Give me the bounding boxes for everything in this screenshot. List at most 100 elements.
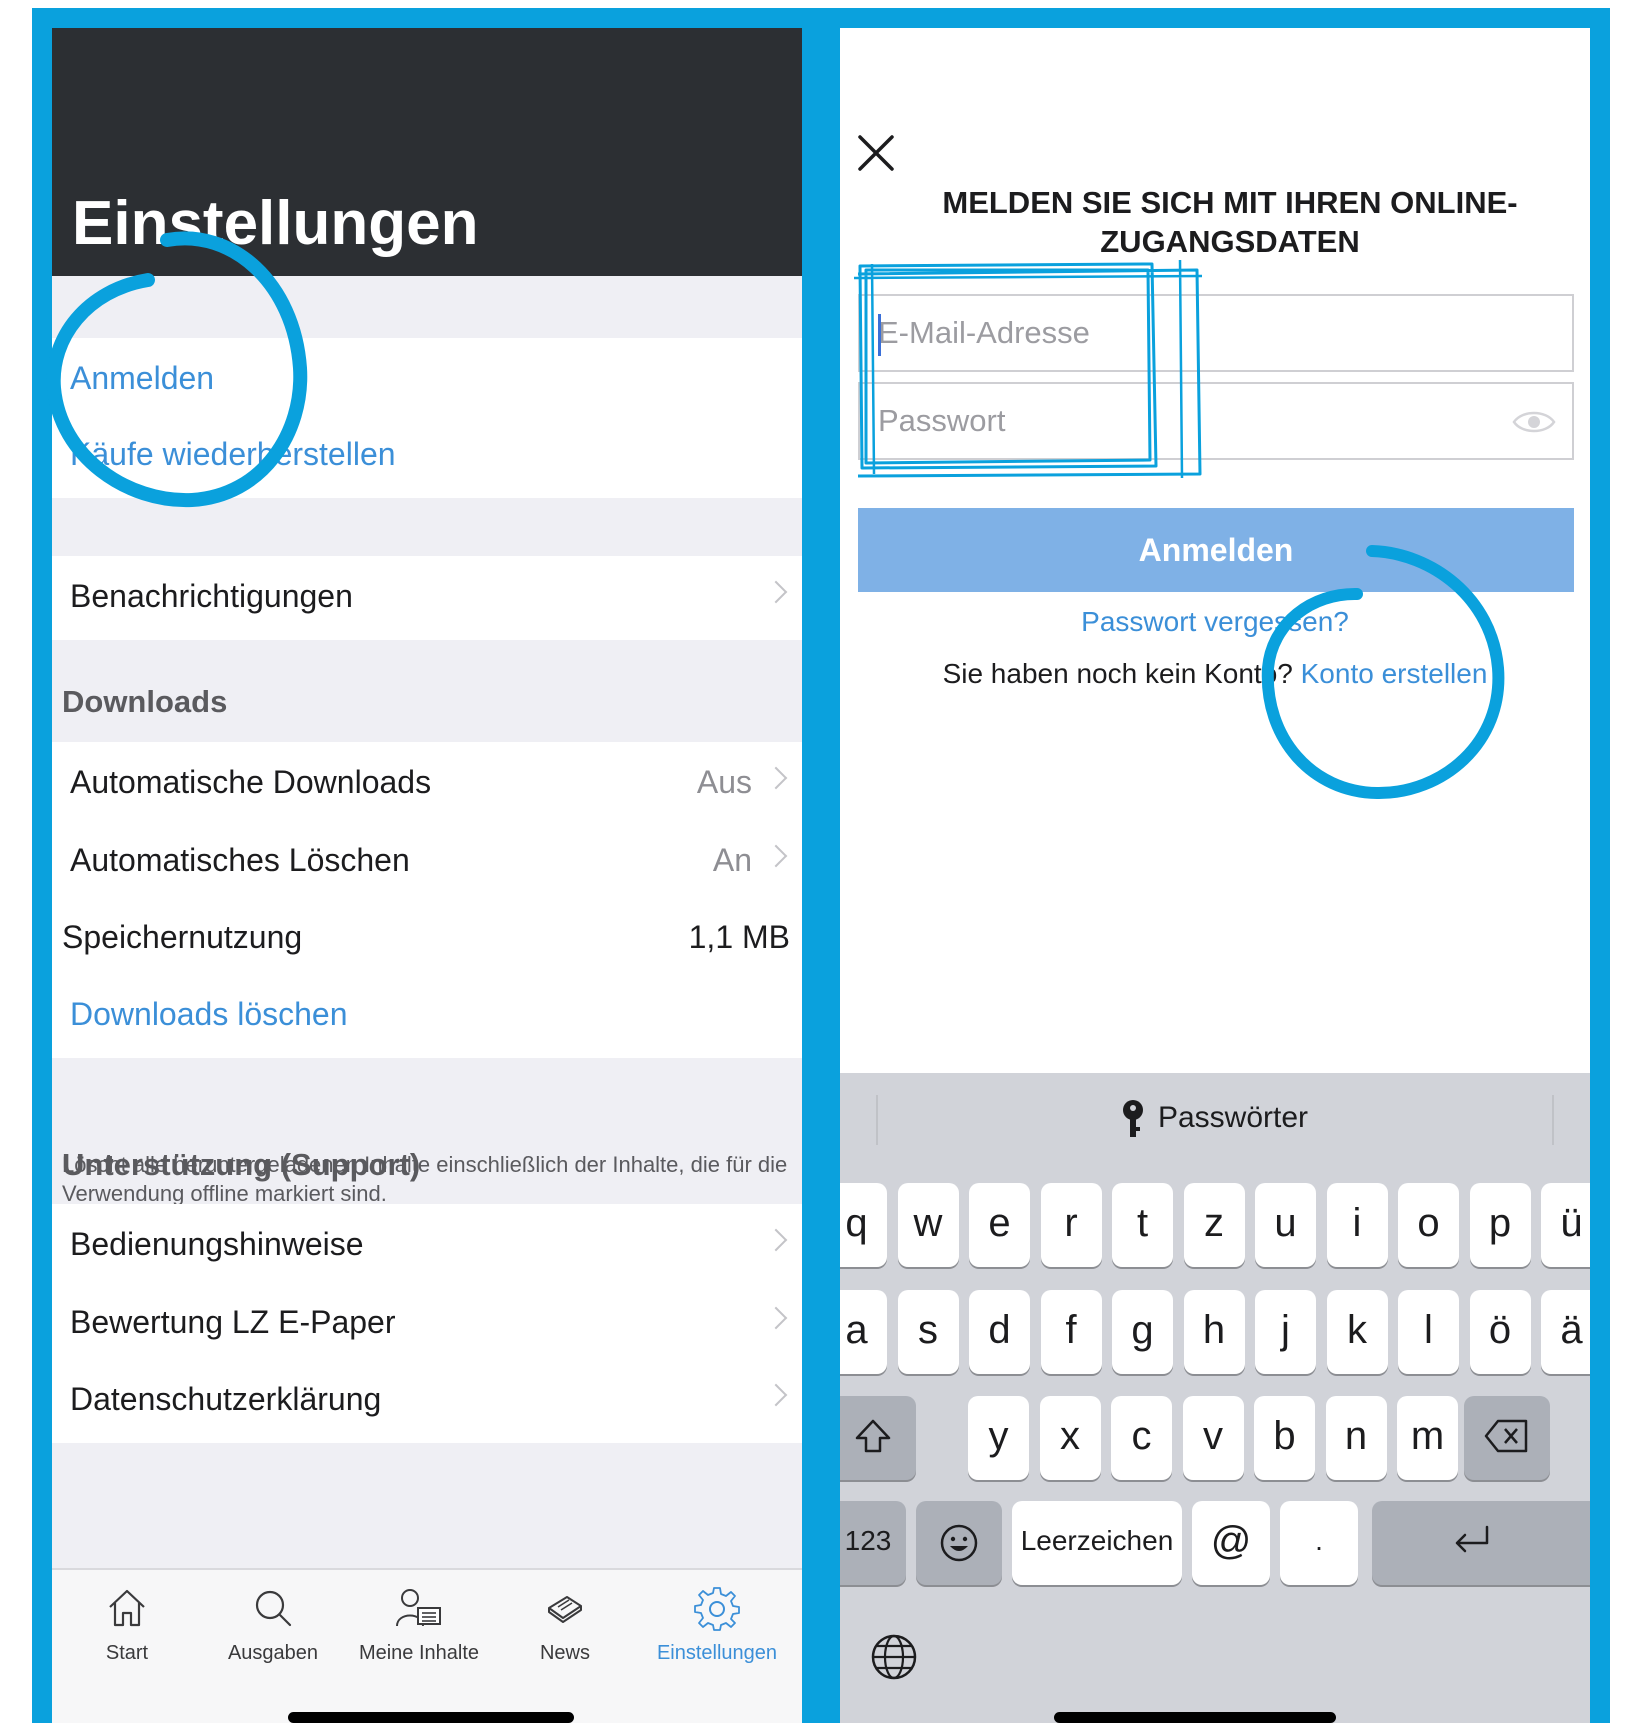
create-account-link[interactable]: Konto erstellen [1301,658,1488,689]
eye-icon[interactable] [1512,406,1556,438]
return-icon [1455,1525,1489,1553]
restore-purchases-link: Käufe wiederherstellen [70,436,396,472]
space-key[interactable]: Leerzeichen [1012,1501,1182,1585]
tab-ausgaben-label: Ausgaben [227,1642,319,1664]
key-j[interactable]: j [1255,1290,1316,1374]
key-s[interactable]: s [897,1290,959,1374]
passwords-suggestion[interactable]: Passwörter [840,1099,1590,1139]
search-icon [255,1590,292,1627]
restore-purchases-row[interactable]: Käufe wiederherstellen [52,414,802,498]
key-f[interactable]: f [1040,1290,1102,1374]
key-x[interactable]: x [1039,1396,1101,1480]
key-r[interactable]: r [1040,1183,1102,1267]
navigation-bar: Einstellungen [52,28,802,276]
dot-key[interactable]: . [1280,1501,1358,1585]
no-account-line: Sie haben noch kein Konto? Konto erstell… [840,658,1590,690]
tab-meine-inhalte-label: Meine Inhalte [358,1642,480,1664]
login-button[interactable]: Anmelden [858,508,1574,592]
backspace-key[interactable] [1464,1396,1550,1480]
key-a[interactable]: a [840,1290,887,1374]
key-t[interactable]: t [1112,1183,1173,1267]
emoji-key[interactable] [916,1501,1002,1585]
key-n[interactable]: n [1325,1396,1387,1480]
tab-ausgaben[interactable]: Ausgaben [198,1570,348,1690]
auto-delete-row[interactable]: Automatisches Löschen An [52,820,802,904]
key-u[interactable]: u [1255,1183,1316,1267]
email-input[interactable] [860,296,1572,370]
notifications-label: Benachrichtigungen [70,578,353,614]
key-y[interactable]: y [968,1396,1029,1480]
key-i[interactable]: i [1326,1183,1388,1267]
key-p[interactable]: p [1469,1183,1531,1267]
password-input[interactable] [860,384,1572,458]
backspace-icon [1484,1419,1528,1453]
auto-delete-value: An [712,842,752,878]
login-screen: MELDEN SIE SICH MIT IHREN ONLINE-ZUGANGS… [840,28,1590,1723]
tab-start-label: Start [105,1642,149,1664]
key-l[interactable]: l [1398,1290,1459,1374]
help-row[interactable]: Bedienungshinweise [52,1204,802,1288]
key-c[interactable]: c [1111,1396,1172,1480]
image-frame: Einstellungen Anmelden Käufe wiederherst… [32,8,1610,1723]
key-g[interactable]: g [1112,1290,1173,1374]
login-row[interactable]: Anmelden [52,338,802,422]
emoji-icon [940,1524,978,1562]
key-ü[interactable]: ü [1541,1183,1590,1267]
key-o[interactable]: o [1398,1183,1459,1267]
tab-einstellungen-label: Einstellungen [656,1642,778,1664]
chevron-right-icon [764,1306,788,1330]
tab-einstellungen[interactable]: Einstellungen [642,1570,792,1690]
rating-row[interactable]: Bewertung LZ E-Paper [52,1282,802,1366]
globe-icon[interactable] [870,1633,918,1681]
passwords-label: Passwörter [1157,1100,1309,1134]
storage-usage-label: Speichernutzung [62,919,303,955]
key-d[interactable]: d [969,1290,1030,1374]
numbers-key[interactable]: 123 [840,1501,906,1585]
tab-start[interactable]: Start [52,1570,202,1690]
downloads-section-header: Downloads [62,684,228,719]
key-b[interactable]: b [1254,1396,1315,1480]
auto-downloads-row[interactable]: Automatische Downloads Aus [52,742,802,826]
tab-news-label: News [539,1642,590,1664]
notifications-row[interactable]: Benachrichtigungen [52,556,802,640]
text-cursor [878,314,881,356]
shift-icon [855,1419,891,1453]
key-v[interactable]: v [1182,1396,1244,1480]
home-indicator [1054,1712,1336,1723]
clear-downloads-row[interactable]: Downloads löschen [52,974,802,1058]
gear-icon [694,1587,740,1631]
key-icon [1122,1100,1143,1137]
tab-news[interactable]: News [490,1570,640,1690]
email-field[interactable] [858,294,1574,372]
newspaper-icon [548,1596,582,1623]
page-title: Einstellungen [72,189,479,258]
chevron-right-icon [764,1228,788,1252]
key-q[interactable]: q [840,1183,887,1267]
privacy-row[interactable]: Datenschutzerklärung [52,1359,802,1443]
keyboard: Passwörter qwertzuiopü asdfghjklöä yxcvbnm… [840,1073,1590,1723]
key-w[interactable]: w [897,1183,959,1267]
key-e[interactable]: e [969,1183,1030,1267]
clear-downloads-link: Downloads löschen [70,996,348,1032]
close-icon[interactable] [856,133,896,173]
home-indicator [288,1712,574,1723]
chevron-right-icon [764,1383,788,1407]
tab-meine-inhalte[interactable]: Meine Inhalte [344,1570,494,1690]
password-field[interactable] [858,382,1574,460]
key-z[interactable]: z [1183,1183,1245,1267]
at-key[interactable]: @ [1192,1501,1270,1585]
key-ö[interactable]: ö [1469,1290,1531,1374]
return-key[interactable] [1372,1501,1590,1585]
auto-downloads-label: Automatische Downloads [70,764,432,800]
key-m[interactable]: m [1397,1396,1458,1480]
forgot-password-link[interactable]: Passwort vergessen? [840,606,1590,638]
chevron-right-icon [764,844,788,868]
key-ä[interactable]: ä [1541,1290,1590,1374]
auto-delete-label: Automatisches Löschen [70,842,410,878]
chevron-right-icon [764,580,788,604]
key-k[interactable]: k [1326,1290,1388,1374]
settings-screen: Einstellungen Anmelden Käufe wiederherst… [52,28,802,1723]
key-h[interactable]: h [1183,1290,1245,1374]
shift-key[interactable] [840,1396,916,1480]
auto-downloads-value: Aus [696,764,752,800]
